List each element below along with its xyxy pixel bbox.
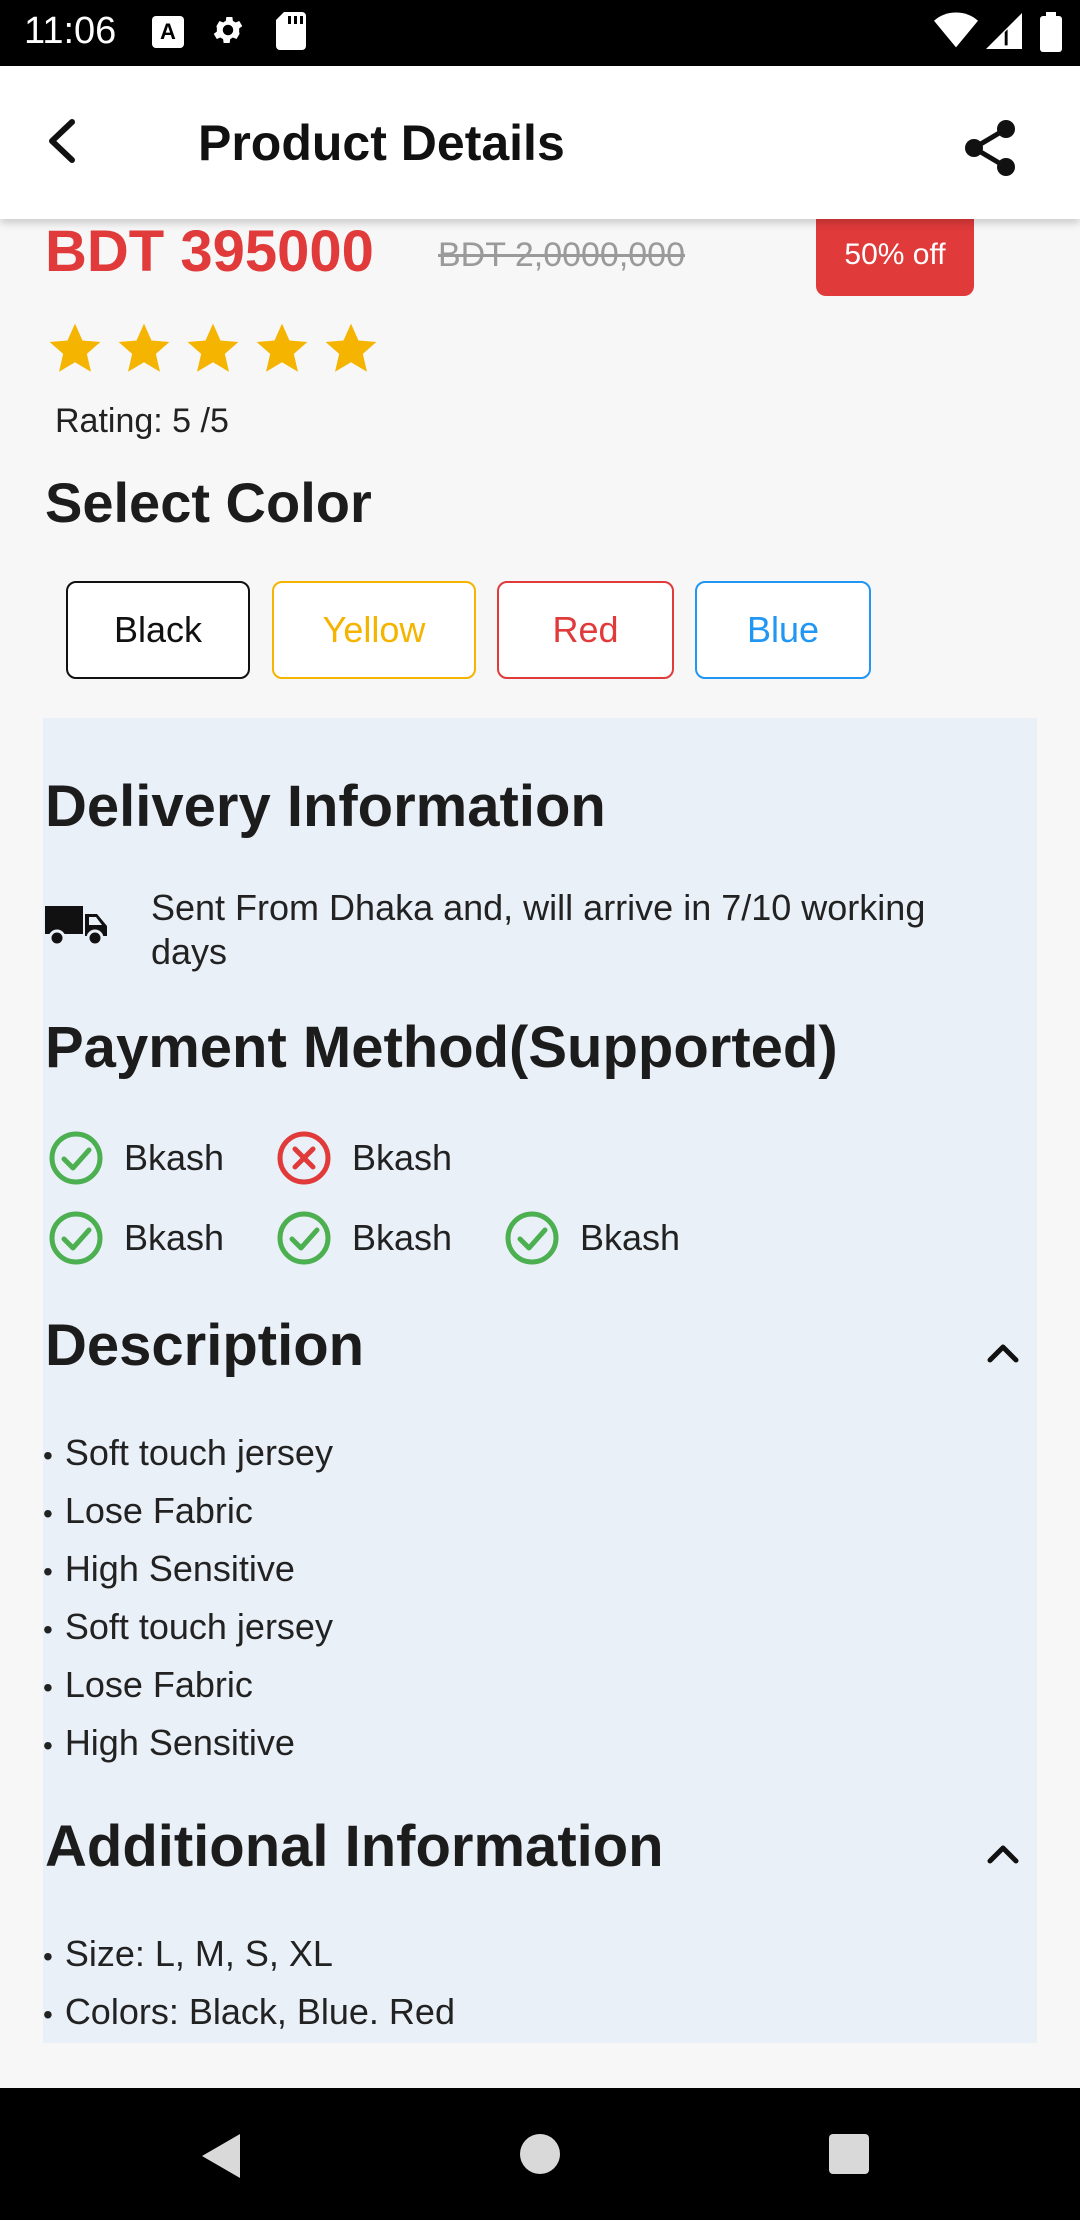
- color-option-blue[interactable]: Blue: [695, 581, 871, 679]
- description-list: • Soft touch jersey • Lose Fabric • High Se…: [43, 1424, 333, 1772]
- check-circle-icon: [49, 1131, 103, 1185]
- delivery-text: Sent From Dhaka and, will arrive in 7/10…: [151, 887, 926, 972]
- navigation-bar: [0, 2088, 1080, 2220]
- payment-title: Payment Method(Supported): [45, 1015, 838, 1080]
- rating-stars: [46, 320, 380, 378]
- list-item-text: Lose Fabric: [64, 1664, 253, 1705]
- payment-method-label: Bkash: [352, 1137, 453, 1178]
- rating-text: Rating: 5 /5: [55, 402, 229, 440]
- list-item: • Lose Fabric: [43, 1656, 333, 1714]
- star-icon: [49, 323, 101, 372]
- list-item: • High Sensitive: [43, 1540, 333, 1598]
- app-bar: Product Details: [0, 66, 1080, 219]
- gear-icon: [210, 12, 246, 53]
- discount-badge: 50% off: [816, 218, 974, 296]
- bullet: •: [43, 1614, 53, 1645]
- status-time: 11:06: [24, 10, 117, 52]
- bullet: •: [43, 1498, 53, 1529]
- list-item: • Size: L, M, S, XL: [43, 1925, 455, 1983]
- list-item-text: High Sensitive: [64, 1722, 295, 1763]
- share-icon: [965, 120, 1015, 176]
- list-item-text: Soft touch jersey: [64, 1432, 333, 1473]
- nav-recents-button[interactable]: [829, 2134, 869, 2174]
- nav-back-button[interactable]: [198, 2132, 242, 2180]
- description-title: Description: [45, 1313, 365, 1378]
- list-item-text: Size: L, M, S, XL: [64, 1933, 333, 1974]
- payment-method-item: Bkash: [276, 1130, 452, 1186]
- bullet: •: [43, 1440, 53, 1471]
- star-icon: [187, 323, 239, 372]
- product-price: BDT 395000: [45, 219, 374, 284]
- payment-method-label: Bkash: [580, 1217, 681, 1258]
- share-button[interactable]: [958, 112, 1028, 182]
- list-item-text: Lose Fabric: [64, 1490, 253, 1531]
- wifi-icon: [934, 10, 978, 53]
- check-circle-icon: [277, 1211, 331, 1265]
- signal-icon: [986, 12, 1022, 55]
- delivery-title: Delivery Information: [45, 774, 606, 839]
- bullet: •: [43, 1999, 53, 2030]
- list-item: • Lose Fabric: [43, 1482, 333, 1540]
- color-option-yellow[interactable]: Yellow: [272, 581, 476, 679]
- original-price: BDT 2,0000,000: [438, 236, 685, 274]
- bullet: •: [43, 1556, 53, 1587]
- payment-method-label: Bkash: [124, 1137, 225, 1178]
- select-color-title: Select Color: [45, 471, 372, 534]
- payment-method-item: Bkash: [276, 1210, 452, 1266]
- page-title: Product Details: [198, 115, 565, 171]
- battery-icon: [1040, 12, 1062, 57]
- nav-home-button[interactable]: [520, 2134, 560, 2174]
- list-item-text: Colors: Black, Blue. Red: [64, 1991, 455, 2032]
- bullet: •: [43, 1941, 53, 1972]
- list-item: • Soft touch jersey: [43, 1424, 333, 1482]
- payment-method-label: Bkash: [352, 1217, 453, 1258]
- info-panel: Delivery Information Sent From Dhaka and…: [43, 718, 1037, 2043]
- color-option-red[interactable]: Red: [497, 581, 674, 679]
- star-icon: [325, 323, 377, 372]
- chevron-up-icon[interactable]: [978, 1332, 1028, 1372]
- bullet: •: [43, 1730, 53, 1761]
- chevron-up-icon[interactable]: [978, 1833, 1028, 1873]
- list-item-text: Soft touch jersey: [64, 1606, 333, 1647]
- star-icon: [118, 323, 170, 372]
- list-item: • Colors: Black, Blue. Red: [43, 1983, 455, 2041]
- bullet: •: [43, 1672, 53, 1703]
- back-button[interactable]: [30, 106, 100, 176]
- additional-info-list: • Size: L, M, S, XL • Colors: Black, Blue.…: [43, 1925, 455, 2041]
- check-circle-icon: [49, 1211, 103, 1265]
- a-icon: A: [152, 16, 184, 48]
- payment-method-item: Bkash: [504, 1210, 680, 1266]
- payment-method-item: Bkash: [48, 1210, 224, 1266]
- status-bar: 11:06 A: [0, 0, 1080, 66]
- cross-circle-icon: [277, 1131, 331, 1185]
- check-circle-icon: [505, 1211, 559, 1265]
- list-item: • High Sensitive: [43, 1714, 333, 1772]
- additional-info-title: Additional Information: [45, 1814, 664, 1879]
- color-option-black[interactable]: Black: [66, 581, 250, 679]
- sd-card-icon: [276, 12, 306, 55]
- list-item: • Soft touch jersey: [43, 1598, 333, 1656]
- truck-icon: [45, 906, 107, 946]
- back-arrow-icon: [49, 119, 75, 163]
- payment-method-label: Bkash: [124, 1217, 225, 1258]
- payment-method-item: Bkash: [48, 1130, 224, 1186]
- list-item-text: High Sensitive: [64, 1548, 295, 1589]
- star-icon: [256, 323, 308, 372]
